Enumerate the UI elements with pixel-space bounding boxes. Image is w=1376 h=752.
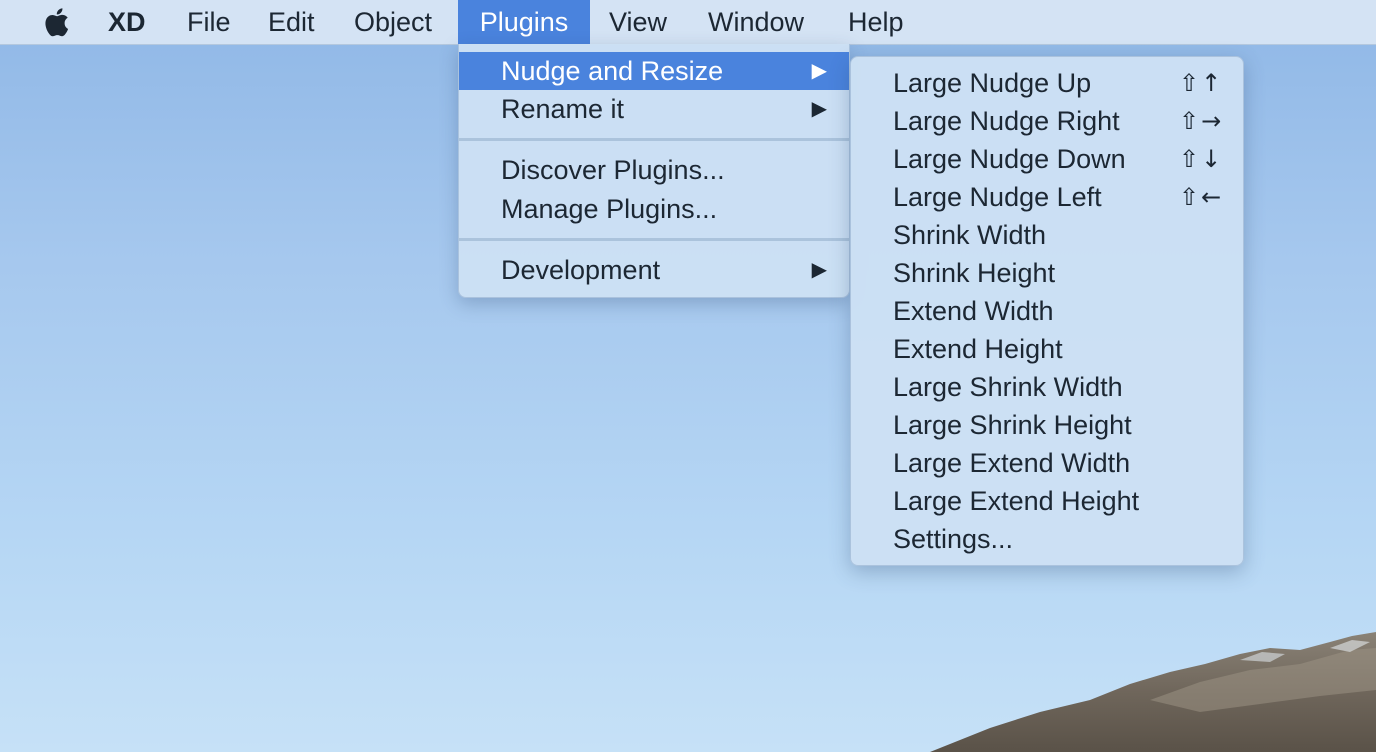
menu-row-discover-plugins[interactable]: Discover Plugins...: [459, 151, 849, 189]
menu-edit[interactable]: Edit: [268, 0, 315, 44]
submenu-item-large-nudge-right[interactable]: Large Nudge Right ⇧→: [851, 102, 1243, 140]
plugins-dropdown-menu: Nudge and Resize ▶ Rename it ▶ Discover …: [458, 44, 850, 298]
menu-file[interactable]: File: [187, 0, 231, 44]
menu-object[interactable]: Object: [354, 0, 432, 44]
menu-row-label: Development: [501, 255, 661, 285]
menu-help[interactable]: Help: [848, 0, 904, 44]
submenu-item-label: Large Shrink Width: [893, 372, 1123, 402]
menu-row-label: Discover Plugins...: [501, 155, 725, 185]
shortcut-shift-up: ⇧↑: [1179, 69, 1224, 97]
shortcut-shift-down: ⇧↓: [1179, 145, 1224, 173]
menu-row-nudge-and-resize[interactable]: Nudge and Resize ▶: [459, 52, 849, 90]
chevron-right-icon: ▶: [811, 259, 827, 281]
submenu-item-extend-height[interactable]: Extend Height: [851, 330, 1243, 368]
menu-view[interactable]: View: [609, 0, 667, 44]
submenu-item-large-extend-height[interactable]: Large Extend Height: [851, 482, 1243, 520]
submenu-item-large-nudge-up[interactable]: Large Nudge Up ⇧↑: [851, 64, 1243, 102]
submenu-item-label: Shrink Height: [893, 258, 1056, 288]
submenu-item-shrink-height[interactable]: Shrink Height: [851, 254, 1243, 292]
menu-app-xd[interactable]: XD: [108, 0, 146, 44]
submenu-item-label: Extend Height: [893, 334, 1063, 364]
submenu-item-label: Large Nudge Right: [893, 106, 1120, 136]
submenu-item-large-nudge-down[interactable]: Large Nudge Down ⇧↓: [851, 140, 1243, 178]
apple-logo-icon[interactable]: [40, 6, 70, 38]
submenu-item-label: Extend Width: [893, 296, 1054, 326]
submenu-item-large-extend-width[interactable]: Large Extend Width: [851, 444, 1243, 482]
menu-separator: [459, 238, 849, 241]
submenu-item-label: Large Extend Width: [893, 448, 1131, 478]
shortcut-shift-right: ⇧→: [1179, 107, 1224, 135]
submenu-item-label: Shrink Width: [893, 220, 1047, 250]
menu-row-label: Manage Plugins...: [501, 194, 718, 224]
shortcut-shift-left: ⇧←: [1179, 183, 1224, 211]
menu-row-label: Nudge and Resize: [501, 56, 724, 86]
submenu-item-large-shrink-width[interactable]: Large Shrink Width: [851, 368, 1243, 406]
submenu-item-settings[interactable]: Settings...: [851, 520, 1243, 558]
submenu-item-large-shrink-height[interactable]: Large Shrink Height: [851, 406, 1243, 444]
submenu-item-label: Large Nudge Up: [893, 68, 1092, 98]
submenu-item-shrink-width[interactable]: Shrink Width: [851, 216, 1243, 254]
submenu-item-extend-width[interactable]: Extend Width: [851, 292, 1243, 330]
submenu-item-label: Large Nudge Down: [893, 144, 1126, 174]
menu-row-manage-plugins[interactable]: Manage Plugins...: [459, 190, 849, 228]
menu-row-rename-it[interactable]: Rename it ▶: [459, 90, 849, 128]
menu-row-development[interactable]: Development ▶: [459, 251, 849, 289]
submenu-item-label: Settings...: [893, 524, 1014, 554]
submenu-item-label: Large Extend Height: [893, 486, 1140, 516]
chevron-right-icon: ▶: [811, 98, 827, 120]
menu-window[interactable]: Window: [708, 0, 804, 44]
menu-plugins[interactable]: Plugins: [458, 0, 590, 44]
menu-bar: XD File Edit Object Plugins View Window …: [0, 0, 1376, 45]
chevron-right-icon: ▶: [811, 60, 827, 82]
menu-separator: [459, 138, 849, 141]
nudge-and-resize-submenu: Large Nudge Up ⇧↑ Large Nudge Right ⇧→ L…: [850, 56, 1244, 566]
submenu-item-label: Large Shrink Height: [893, 410, 1132, 440]
menu-row-label: Rename it: [501, 94, 625, 124]
submenu-item-large-nudge-left[interactable]: Large Nudge Left ⇧←: [851, 178, 1243, 216]
submenu-item-label: Large Nudge Left: [893, 182, 1102, 212]
